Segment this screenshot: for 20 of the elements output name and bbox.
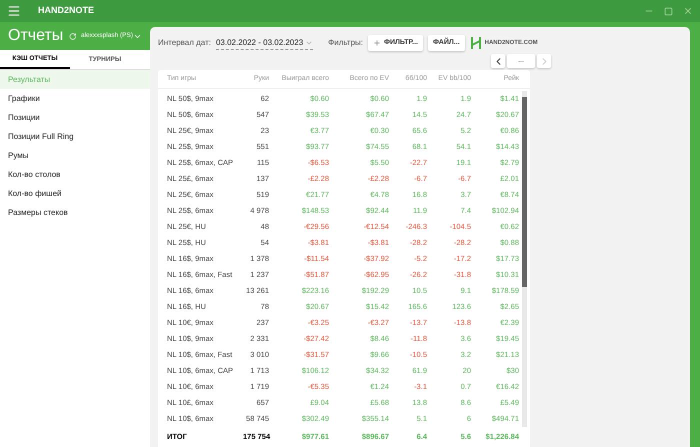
date-label: Интервал дат: bbox=[158, 37, 211, 49]
sidebar-item[interactable]: Графики bbox=[0, 89, 150, 108]
sidebar-item[interactable]: Кол-во столов bbox=[0, 165, 150, 184]
refresh-icon[interactable] bbox=[69, 32, 77, 40]
sidebar-item[interactable]: Позиции bbox=[0, 108, 150, 127]
app-title: HAND2NOTE bbox=[38, 4, 94, 18]
scrollbar[interactable] bbox=[522, 91, 527, 427]
close-icon[interactable] bbox=[683, 6, 693, 16]
sidebar-item[interactable]: Позиции Full Ring bbox=[0, 127, 150, 146]
menu-icon[interactable] bbox=[7, 4, 21, 18]
previous-button[interactable] bbox=[491, 54, 505, 68]
sidebar-item[interactable]: Румы bbox=[0, 146, 150, 165]
plus-icon bbox=[373, 39, 382, 47]
sidebar-item[interactable]: Кол-во фишей bbox=[0, 184, 150, 203]
filters-label: Фильтры: bbox=[328, 37, 364, 49]
logo-icon bbox=[470, 36, 482, 50]
page-title: Отчеты bbox=[8, 26, 64, 46]
date-range-dropdown[interactable]: 03.02.2022 - 03.02.2023 bbox=[216, 36, 314, 50]
sidebar-item[interactable]: Размеры стеков bbox=[0, 203, 150, 222]
maximize-icon[interactable] bbox=[664, 6, 673, 16]
